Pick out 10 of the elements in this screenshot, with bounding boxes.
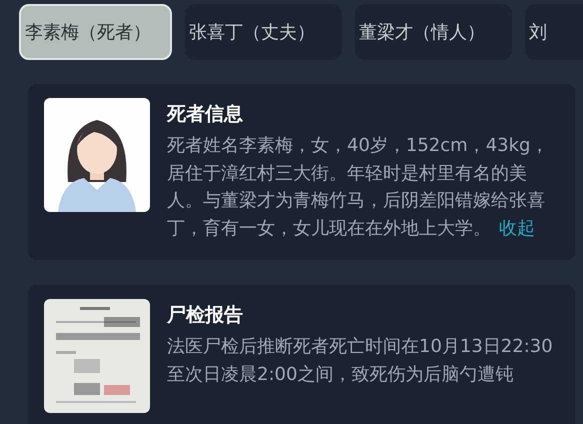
tab[interactable]: 刘 <box>525 4 583 60</box>
tab[interactable]: 董梁才（情人） <box>355 4 512 60</box>
card-text: 法医尸检后推断死者死亡时间在10月13日22:30至次日凌晨2:00之间，致死伤为后脑勺遭钝 <box>167 335 554 386</box>
card-text: 死者姓名李素梅，女，40岁，152cm，43kg，居住于漳红村三大街。年轻时是村里有名的美人。与董梁才为青梅竹马，后阴差阳错嫁给张喜丁，育有一女，女儿现在在外地上大学。 收起 <box>167 134 550 240</box>
avatar-icon <box>44 98 150 212</box>
card-title: 尸检报告 <box>167 303 244 327</box>
tab[interactable]: 张喜丁（丈夫） <box>185 4 342 60</box>
collapse-link[interactable]: 收起 <box>499 218 535 238</box>
tab[interactable]: 李素梅（死者） <box>19 4 172 60</box>
card-title: 死者信息 <box>167 102 244 126</box>
